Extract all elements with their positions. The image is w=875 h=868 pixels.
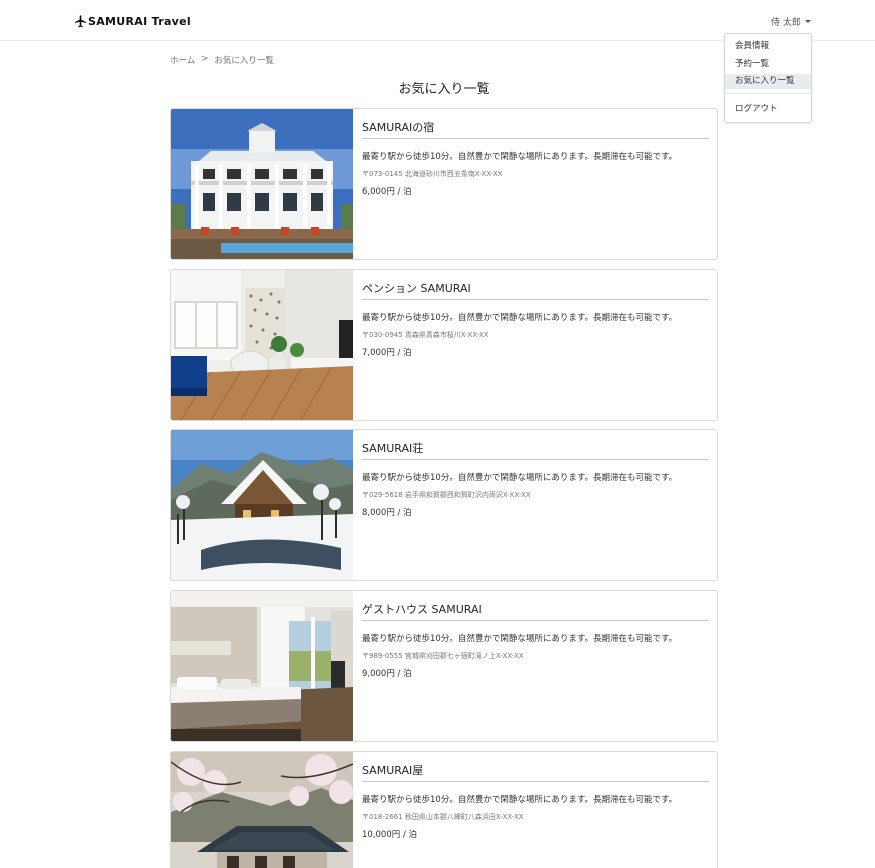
inn-price: 8,000円 / 泊 xyxy=(362,508,412,518)
caret-down-icon xyxy=(804,20,811,23)
inn-photo[interactable] xyxy=(171,430,353,580)
divider xyxy=(362,781,709,782)
inn-name[interactable]: ペンション SAMURAI xyxy=(362,280,471,296)
user-menu-toggle[interactable]: 侍 太郎 xyxy=(771,15,811,28)
inn-price: 9,000円 / 泊 xyxy=(362,669,412,679)
divider xyxy=(362,620,709,621)
inn-photo[interactable] xyxy=(171,591,353,741)
menu-divider xyxy=(725,93,811,94)
breadcrumb-separator: > xyxy=(201,54,209,64)
brand-link[interactable]: SAMURAI Travel xyxy=(75,13,191,29)
favorite-card[interactable]: SAMURAIの宿 最寄り駅から徒歩10分。自然豊かで閑静な場所にあります。長期… xyxy=(170,108,718,260)
user-dropdown-menu: 会員情報 予約一覧 お気に入り一覧 ログアウト xyxy=(724,33,812,123)
inn-price: 10,000円 / 泊 xyxy=(362,830,418,840)
inn-description: 最寄り駅から徒歩10分。自然豊かで閑静な場所にあります。長期滞在も可能です。 xyxy=(362,795,678,805)
inn-description: 最寄り駅から徒歩10分。自然豊かで閑静な場所にあります。長期滞在も可能です。 xyxy=(362,152,678,162)
breadcrumb-current: お気に入り一覧 xyxy=(214,56,274,66)
inn-name[interactable]: SAMURAIの宿 xyxy=(362,119,434,135)
favorite-card[interactable]: SAMURAI屋 最寄り駅から徒歩10分。自然豊かで閑静な場所にあります。長期滞… xyxy=(170,751,718,868)
inn-address: 〒018-2661 秋田県山本郡八峰町八森浜田X-XX-XX xyxy=(362,813,524,821)
menu-item-reservations[interactable]: 予約一覧 xyxy=(725,57,811,72)
inn-photo[interactable] xyxy=(171,109,353,259)
menu-item-member-info[interactable]: 会員情報 xyxy=(725,39,811,54)
menu-item-favorites[interactable]: お気に入り一覧 xyxy=(725,74,811,89)
inn-address: 〒030-0945 青森県青森市桜川X-XX-XX xyxy=(362,331,489,339)
divider xyxy=(362,138,709,139)
inn-name[interactable]: SAMURAI屋 xyxy=(362,762,423,778)
inn-description: 最寄り駅から徒歩10分。自然豊かで閑静な場所にあります。長期滞在も可能です。 xyxy=(362,313,678,323)
inn-description: 最寄り駅から徒歩10分。自然豊かで閑静な場所にあります。長期滞在も可能です。 xyxy=(362,634,678,644)
divider xyxy=(362,459,709,460)
inn-address: 〒989-0555 宮城県刈田郡七ヶ宿町滝ノ上X-XX-XX xyxy=(362,652,524,660)
airplane-icon xyxy=(75,14,86,27)
breadcrumb: ホーム > お気に入り一覧 xyxy=(170,54,274,66)
divider xyxy=(362,299,709,300)
favorite-card[interactable]: ゲストハウス SAMURAI 最寄り駅から徒歩10分。自然豊かで閑静な場所にあり… xyxy=(170,590,718,742)
inn-address: 〒073-0145 北海道砂川市西五条南X-XX-XX xyxy=(362,170,503,178)
inn-photo[interactable] xyxy=(171,752,353,868)
brand-name: SAMURAI Travel xyxy=(88,14,191,28)
menu-item-logout[interactable]: ログアウト xyxy=(725,102,811,117)
inn-name[interactable]: SAMURAI荘 xyxy=(362,440,423,456)
inn-price: 6,000円 / 泊 xyxy=(362,187,412,197)
inn-address: 〒029-5618 岩手県和賀郡西和賀町沢内両沢X-XX-XX xyxy=(362,491,531,499)
inn-price: 7,000円 / 泊 xyxy=(362,348,412,358)
favorite-card[interactable]: SAMURAI荘 最寄り駅から徒歩10分。自然豊かで閑静な場所にあります。長期滞… xyxy=(170,429,718,581)
inn-description: 最寄り駅から徒歩10分。自然豊かで閑静な場所にあります。長期滞在も可能です。 xyxy=(362,473,678,483)
page-title: お気に入り一覧 xyxy=(398,82,490,97)
user-name: 侍 太郎 xyxy=(771,18,801,28)
inn-name[interactable]: ゲストハウス SAMURAI xyxy=(362,601,482,617)
inn-photo[interactable] xyxy=(171,270,353,420)
favorite-card[interactable]: ペンション SAMURAI 最寄り駅から徒歩10分。自然豊かで閑静な場所にありま… xyxy=(170,269,718,421)
breadcrumb-home[interactable]: ホーム xyxy=(170,54,195,66)
